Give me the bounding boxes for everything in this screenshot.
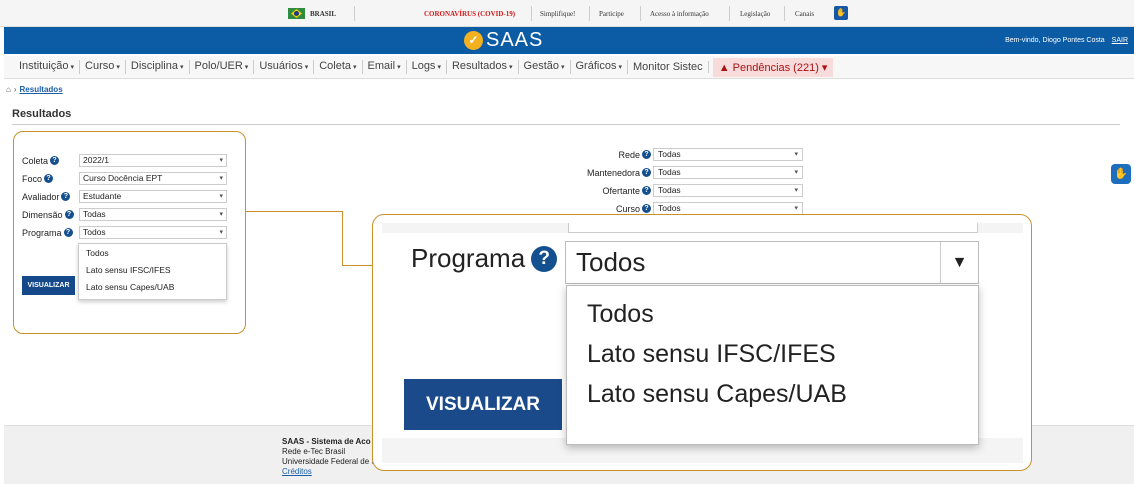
zoom-callout: Programa ? Todos ▼ VISUALIZAR Todos Lato… — [372, 214, 1032, 471]
app-header: ✓ SAAS Bem-vindo, Diogo Pontes Costa SAI… — [4, 27, 1134, 54]
caret-down-icon: ▾ — [304, 64, 309, 71]
brazil-flag-icon — [288, 8, 305, 19]
zoom-programa-dropdown: Todos Lato sensu IFSC/IFES Lato sensu Ca… — [566, 285, 979, 445]
caret-down-icon: ▾ — [397, 64, 401, 71]
rede-row: Rede? Todas — [570, 148, 803, 161]
help-icon[interactable]: ? — [642, 168, 651, 177]
help-icon[interactable]: ? — [642, 204, 651, 213]
caret-down-icon: ▾ — [437, 64, 441, 71]
highlight-box — [13, 131, 246, 334]
home-icon[interactable]: ⌂ — [6, 85, 11, 94]
help-icon[interactable]: ? — [642, 186, 651, 195]
warning-icon: ▲ — [718, 61, 733, 74]
menu-usuarios[interactable]: Usuários ▾ — [254, 60, 315, 74]
menu-graficos[interactable]: Gráficos ▾ — [571, 60, 628, 74]
title-divider — [12, 124, 1120, 125]
menu-email[interactable]: Email ▾ — [363, 60, 407, 74]
menu-curso[interactable]: Curso ▾ — [80, 60, 126, 74]
legislacao-link[interactable]: Legislação — [740, 10, 770, 18]
main-menu: Instituição ▾ Curso ▾ Disciplina ▾ Polo/UER… — [4, 56, 1134, 79]
canais-link[interactable]: Canais — [795, 10, 814, 18]
caret-down-icon: ▾ — [353, 64, 357, 71]
breadcrumb-resultados[interactable]: Resultados — [20, 85, 63, 94]
menu-resultados[interactable]: Resultados ▾ — [447, 60, 519, 74]
page-title: Resultados — [12, 108, 72, 120]
menu-logs[interactable]: Logs ▾ — [407, 60, 447, 74]
dropdown-option[interactable]: Lato sensu IFSC/IFES — [567, 334, 978, 374]
acesso-informacao-link[interactable]: Acesso à informação — [650, 10, 709, 18]
pendencias-button[interactable]: ▲ Pendências (221) ▾ — [712, 57, 834, 77]
menu-coleta[interactable]: Coleta ▾ — [314, 60, 363, 74]
caret-down-icon: ▾ — [509, 64, 513, 71]
breadcrumb: ⌂ › Resultados — [6, 85, 63, 94]
menu-monitor-sistec[interactable]: Monitor Sistec — [628, 61, 709, 73]
help-icon[interactable]: ? — [642, 150, 651, 159]
caret-down-icon: ▾ — [116, 64, 120, 71]
app-logo[interactable]: ✓ SAAS — [464, 30, 543, 50]
dropdown-option[interactable]: Lato sensu Capes/UAB — [567, 374, 978, 414]
mantenedora-row: Mantenedora? Todas — [570, 166, 803, 179]
connector-line — [246, 211, 343, 212]
menu-gestao[interactable]: Gestão ▾ — [519, 60, 571, 74]
zoom-programa-select[interactable]: Todos ▼ — [565, 241, 979, 284]
vlibras-icon[interactable]: ✋ — [1111, 164, 1131, 184]
creditos-link[interactable]: Créditos — [282, 467, 377, 477]
user-welcome: Bem-vindo, Diogo Pontes Costa SAIR — [1005, 37, 1128, 44]
caret-down-icon: ▾ — [70, 64, 75, 71]
footer-text: SAAS - Sistema de Aco Rede e-Tec Brasil … — [282, 437, 377, 477]
ofertante-select[interactable]: Todas — [653, 184, 803, 197]
caret-down-icon: ▾ — [244, 64, 249, 71]
help-icon[interactable]: ? — [531, 245, 558, 272]
connector-line — [342, 211, 343, 266]
dropdown-option[interactable]: Todos — [567, 294, 978, 334]
ofertante-row: Ofertante? Todas — [570, 184, 803, 197]
participe-link[interactable]: Participe — [599, 10, 624, 18]
logout-link[interactable]: SAIR — [1112, 37, 1128, 44]
saas-check-icon: ✓ — [464, 31, 483, 50]
simplifique-link[interactable]: Simplifique! — [540, 10, 575, 18]
rede-select[interactable]: Todas — [653, 148, 803, 161]
caret-down-icon: ▼ — [940, 242, 978, 283]
vlibras-icon[interactable]: ✋ — [834, 6, 848, 20]
zoom-programa-label: Programa ? — [411, 243, 558, 274]
menu-disciplina[interactable]: Disciplina ▾ — [126, 60, 190, 74]
menu-polo[interactable]: Polo/UER ▾ — [190, 60, 255, 74]
caret-down-icon: ▾ — [560, 64, 565, 71]
caret-down-icon: ▾ — [618, 64, 622, 71]
gov-bar: BRASIL CORONAVÍRUS (COVID-19) Simplifiqu… — [0, 0, 1134, 27]
caret-down-icon: ▾ — [179, 64, 184, 71]
connector-line — [342, 265, 374, 266]
menu-instituicao[interactable]: Instituição ▾ — [14, 60, 81, 74]
mantenedora-select[interactable]: Todas — [653, 166, 803, 179]
zoom-visualizar-button[interactable]: VISUALIZAR — [404, 379, 562, 430]
brasil-link[interactable]: BRASIL — [288, 8, 336, 19]
covid-link[interactable]: CORONAVÍRUS (COVID-19) — [424, 10, 515, 18]
